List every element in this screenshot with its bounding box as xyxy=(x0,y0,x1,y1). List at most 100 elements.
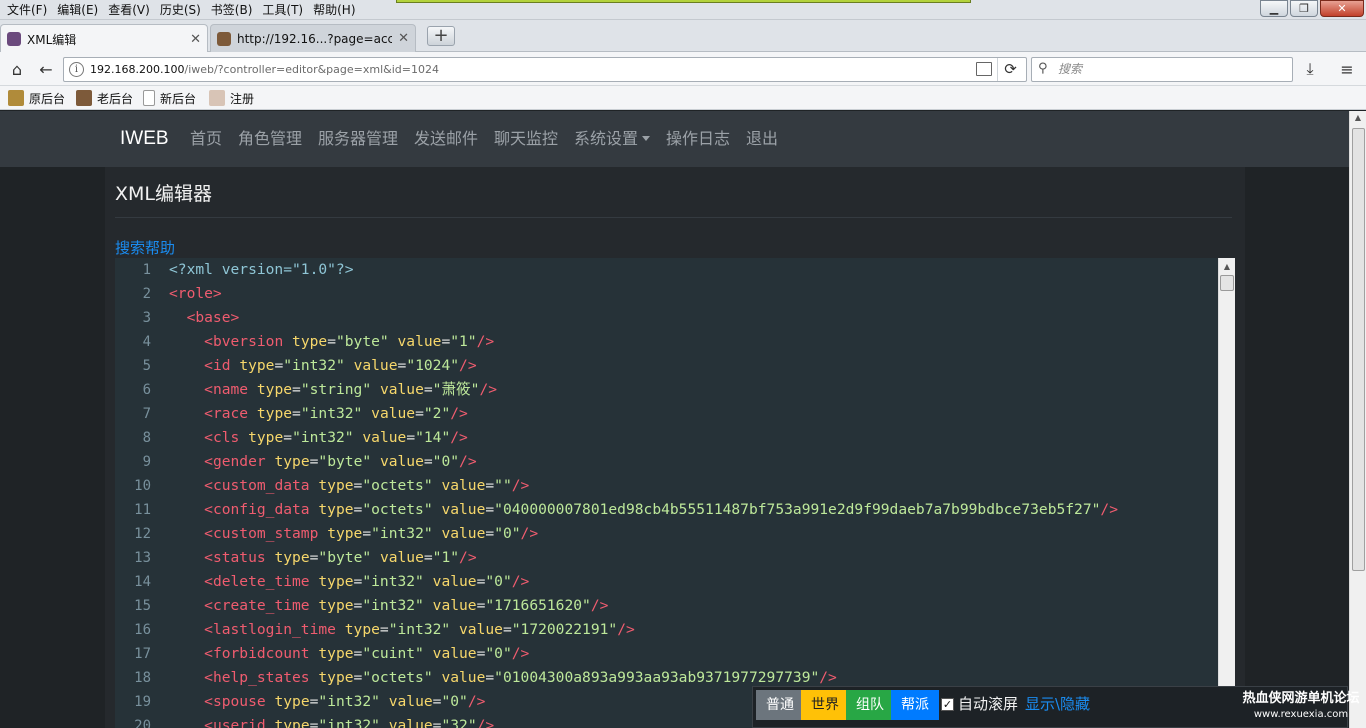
xml-attribute-name: type xyxy=(256,381,293,398)
xml-attribute-name: type xyxy=(318,477,354,494)
site-brand[interactable]: IWEB xyxy=(120,111,169,167)
bookmark-favicon-icon xyxy=(209,90,225,106)
code-line[interactable]: <?xml version="1.0"?> xyxy=(169,258,1218,282)
line-number: 16 xyxy=(134,622,151,638)
channel-team-button[interactable]: 组队 xyxy=(846,690,894,720)
code-line[interactable]: <forbidcount type="cuint" value="0"/> xyxy=(169,642,1218,666)
line-number: 11 xyxy=(134,502,151,518)
editor-scrollbar-thumb[interactable] xyxy=(1220,275,1234,291)
menu-view[interactable]: 查看(V) xyxy=(103,0,155,20)
nav-system-settings-dropdown[interactable]: 系统设置 xyxy=(574,111,650,167)
bookmark-zhuce[interactable]: 注册 xyxy=(209,89,254,107)
xml-tag: <help_states xyxy=(204,669,310,686)
menu-edit[interactable]: 编辑(E) xyxy=(52,0,103,20)
page-scrollbar-thumb[interactable] xyxy=(1352,128,1365,571)
nav-chat-monitor[interactable]: 聊天监控 xyxy=(494,111,558,167)
code-line[interactable]: <lastlogin_time type="int32" value="1720… xyxy=(169,618,1218,642)
reader-view-icon[interactable] xyxy=(976,62,992,76)
xml-attribute-value: "string" xyxy=(300,381,372,398)
code-line[interactable]: <id type="int32" value="1024"/> xyxy=(169,354,1218,378)
bookmark-xin-houtai[interactable]: 新后台 xyxy=(143,89,196,107)
xml-attribute-name: type xyxy=(248,429,284,446)
site-info-icon[interactable]: i xyxy=(69,62,84,77)
close-icon: ✕ xyxy=(1337,2,1347,15)
page-content: IWEB 首页 角色管理 服务器管理 发送邮件 聊天监控 系统设置 操作日志 退… xyxy=(0,111,1349,728)
xml-attribute-value: "1" xyxy=(450,333,477,350)
xml-tag: <custom_data xyxy=(204,477,310,494)
xml-attribute-name: value xyxy=(379,381,424,398)
minimize-button[interactable]: ▁ xyxy=(1260,0,1288,17)
xml-attribute-value: "2" xyxy=(423,405,451,422)
xml-attribute-name: value xyxy=(362,429,407,446)
xml-attribute-value: "1716651620" xyxy=(485,597,591,614)
url-text[interactable]: 192.168.200.100/iweb/?controller=editor&… xyxy=(90,58,439,81)
xml-attribute-name: value xyxy=(441,669,486,686)
xml-attribute-value: "byte" xyxy=(335,333,389,350)
code-line[interactable]: <bversion type="byte" value="1"/> xyxy=(169,330,1218,354)
scroll-up-arrow-icon[interactable]: ▲ xyxy=(1350,113,1366,127)
code-line[interactable]: <cls type="int32" value="14"/> xyxy=(169,426,1218,450)
search-help-link[interactable]: 搜索帮助 xyxy=(115,237,175,258)
home-button[interactable]: ⌂ xyxy=(6,58,28,80)
nav-server-management[interactable]: 服务器管理 xyxy=(318,111,398,167)
line-number: 8 xyxy=(142,430,151,446)
reload-button[interactable]: ⟳ xyxy=(997,58,1023,81)
xml-tag: <race xyxy=(204,405,249,422)
code-editor[interactable]: 1 2 3 4 5 6 7 8 9 10 11 12 13 14 15 16 17 18 19 20 <?xml ve… xyxy=(115,258,1235,728)
close-window-button[interactable]: ✕ xyxy=(1320,0,1364,17)
menu-bookmarks[interactable]: 书签(B) xyxy=(206,0,258,20)
menu-help[interactable]: 帮助(H) xyxy=(308,0,360,20)
nav-operation-log[interactable]: 操作日志 xyxy=(666,111,730,167)
channel-world-button[interactable]: 世界 xyxy=(801,690,849,720)
xml-attribute-value: "byte" xyxy=(318,453,372,470)
tab-xml-editor[interactable]: XML编辑 ✕ xyxy=(0,24,208,53)
xml-tag: /> xyxy=(511,477,530,494)
code-line[interactable]: <race type="int32" value="2"/> xyxy=(169,402,1218,426)
menu-file[interactable]: 文件(F) xyxy=(2,0,52,20)
nav-role-management[interactable]: 角色管理 xyxy=(238,111,302,167)
xml-tag: <forbidcount xyxy=(204,645,310,662)
show-hide-toggle-link[interactable]: 显示\隐藏 xyxy=(1025,693,1090,714)
scroll-up-arrow-icon[interactable]: ▲ xyxy=(1219,258,1235,275)
bookmark-lao-houtai[interactable]: 老后台 xyxy=(76,89,133,107)
code-line[interactable]: <config_data type="octets" value="040000… xyxy=(169,498,1218,522)
downloads-button[interactable]: ⤓ xyxy=(1299,58,1321,80)
search-bar[interactable]: ⚲ 搜索 xyxy=(1031,57,1293,82)
channel-normal-button[interactable]: 普通 xyxy=(756,690,804,720)
page-scrollbar[interactable]: ▲ xyxy=(1349,111,1366,728)
code-line[interactable]: <status type="byte" value="1"/> xyxy=(169,546,1218,570)
code-line[interactable]: <name type="string" value="萧筱"/> xyxy=(169,378,1218,402)
site-favicon-icon xyxy=(217,31,231,46)
autoscroll-checkbox[interactable]: ✓ xyxy=(941,698,954,711)
back-button[interactable]: ← xyxy=(35,58,57,80)
menu-history[interactable]: 历史(S) xyxy=(155,0,206,20)
nav-send-mail[interactable]: 发送邮件 xyxy=(414,111,478,167)
nav-home[interactable]: 首页 xyxy=(190,111,222,167)
open-menu-button[interactable]: ≡ xyxy=(1336,58,1358,80)
channel-guild-button[interactable]: 帮派 xyxy=(891,690,939,720)
line-number: 12 xyxy=(134,526,151,542)
search-placeholder: 搜索 xyxy=(1058,62,1083,76)
nav-logout[interactable]: 退出 xyxy=(746,111,778,167)
watermark-url: www.rexuexia.com xyxy=(1253,709,1349,720)
xml-attribute-value: "int32" xyxy=(371,525,433,542)
code-content[interactable]: <?xml version="1.0"?> <role> <base> <bver… xyxy=(169,258,1218,728)
line-number: 1 xyxy=(142,262,151,278)
new-tab-button[interactable]: + xyxy=(427,26,455,46)
maximize-button[interactable]: ❐ xyxy=(1290,0,1318,17)
editor-scrollbar[interactable]: ▲ xyxy=(1218,258,1235,728)
menu-tools[interactable]: 工具(T) xyxy=(257,0,308,20)
code-line[interactable]: <base> xyxy=(169,306,1218,330)
code-line[interactable]: <custom_stamp type="int32" value="0"/> xyxy=(169,522,1218,546)
tab-close-icon[interactable]: ✕ xyxy=(398,31,409,46)
code-line[interactable]: <gender type="byte" value="0"/> xyxy=(169,450,1218,474)
code-line[interactable]: <delete_time type="int32" value="0"/> xyxy=(169,570,1218,594)
address-bar[interactable]: i 192.168.200.100/iweb/?controller=edito… xyxy=(63,57,1027,82)
code-line[interactable]: <role> xyxy=(169,282,1218,306)
tab-close-icon[interactable]: ✕ xyxy=(190,32,201,47)
tab-account[interactable]: http://192.16...?page=account ✕ xyxy=(210,24,416,52)
line-number: 17 xyxy=(134,646,151,662)
code-line[interactable]: <custom_data type="octets" value=""/> xyxy=(169,474,1218,498)
bookmark-yuan-houtai[interactable]: 原后台 xyxy=(8,89,65,107)
code-line[interactable]: <create_time type="int32" value="1716651… xyxy=(169,594,1218,618)
